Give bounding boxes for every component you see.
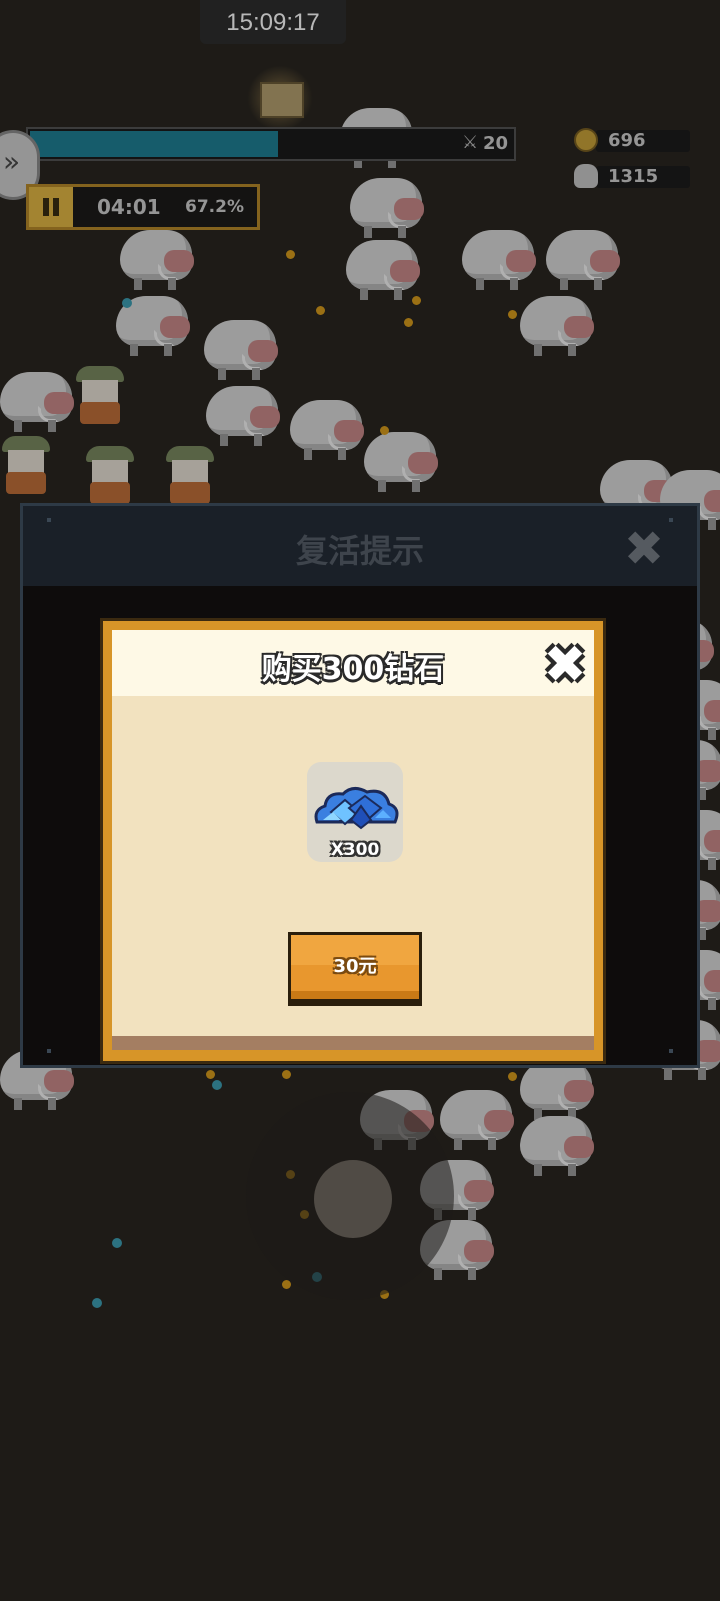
dialog-footer-strip xyxy=(112,1036,594,1050)
diamond-icon xyxy=(314,787,399,830)
item-count: X300 xyxy=(330,840,380,860)
dialog-title: 购买300钻石 xyxy=(261,652,445,687)
buy-button-label: 30元 xyxy=(333,956,377,977)
close-icon[interactable]: ✖ xyxy=(540,639,590,691)
buy-button[interactable]: 30元 xyxy=(288,932,422,1006)
dialog-body: 购买300钻石 ✖ X300 30元 xyxy=(112,630,594,1050)
item-card: X300 xyxy=(307,762,403,862)
revive-close-button[interactable]: ✖ xyxy=(619,524,669,574)
revive-title: 复活提示 xyxy=(295,532,424,570)
purchase-dialog: 购买300钻石 ✖ X300 30元 xyxy=(100,618,606,1064)
